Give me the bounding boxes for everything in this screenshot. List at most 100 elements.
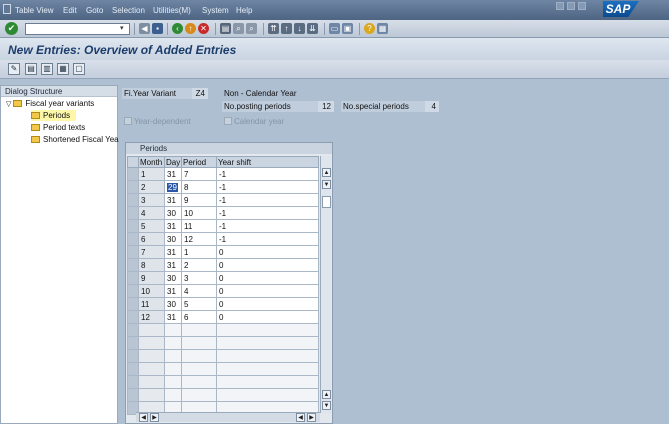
scroll-page-down-icon[interactable]: ▼ [322, 180, 331, 189]
day-cell[interactable]: 29 [164, 180, 182, 194]
day-cell[interactable]: 30 [164, 232, 182, 246]
table-row[interactable]: 11 30 5 0 [127, 297, 319, 311]
row-selector[interactable] [127, 258, 139, 272]
last-page-icon[interactable]: ⇊ [307, 23, 318, 34]
tree-node-shortened-fiscal-year[interactable]: Shortened Fiscal Yea [31, 134, 119, 145]
day-cell[interactable]: 30 [164, 297, 182, 311]
empty-cell[interactable] [164, 375, 182, 389]
empty-cell[interactable] [181, 323, 217, 337]
empty-cell[interactable] [216, 349, 319, 363]
menu-system[interactable]: System [202, 6, 229, 15]
row-selector[interactable] [127, 219, 139, 233]
table-row[interactable]: 4 30 10 -1 [127, 206, 319, 220]
column-header-period[interactable]: Period [181, 156, 217, 168]
save-icon[interactable]: ▪ [152, 23, 163, 34]
period-cell[interactable]: 10 [181, 206, 217, 220]
row-selector[interactable] [127, 245, 139, 259]
shortcut-icon[interactable]: ▣ [342, 23, 353, 34]
empty-cell[interactable] [164, 362, 182, 376]
day-cell[interactable]: 31 [164, 284, 182, 298]
row-selector[interactable] [127, 375, 139, 389]
table-row[interactable]: 5 31 11 -1 [127, 219, 319, 233]
empty-cell[interactable] [164, 349, 182, 363]
print-icon[interactable]: ▤ [220, 23, 231, 34]
day-cell[interactable]: 30 [164, 206, 182, 220]
menu-goto[interactable]: Goto [86, 6, 103, 15]
empty-table-row[interactable] [127, 388, 319, 402]
enter-icon[interactable]: ✔ [5, 22, 18, 35]
period-cell[interactable]: 11 [181, 219, 217, 233]
scroll-up-bottom-icon[interactable]: ▲ [322, 390, 331, 399]
undo-change-icon[interactable]: ▢ [73, 63, 85, 75]
row-selector[interactable] [127, 206, 139, 220]
period-cell[interactable]: 3 [181, 271, 217, 285]
row-selector[interactable] [127, 388, 139, 402]
year-shift-cell[interactable]: 0 [216, 297, 319, 311]
period-cell[interactable]: 9 [181, 193, 217, 207]
empty-cell[interactable] [181, 336, 217, 350]
table-row[interactable]: 8 31 2 0 [127, 258, 319, 272]
year-shift-cell[interactable]: 0 [216, 310, 319, 324]
menu-selection[interactable]: Selection [112, 6, 145, 15]
next-page-icon[interactable]: ↓ [294, 23, 305, 34]
horizontal-scrollbar[interactable]: ◀ ▶ ◀ ▶ [136, 412, 320, 422]
empty-table-row[interactable] [127, 349, 319, 363]
table-row[interactable]: 9 30 3 0 [127, 271, 319, 285]
empty-cell[interactable] [164, 323, 182, 337]
table-row[interactable]: 12 31 6 0 [127, 310, 319, 324]
menu-edit[interactable]: Edit [63, 6, 77, 15]
delete-icon[interactable]: ▦ [57, 63, 69, 75]
empty-table-row[interactable] [127, 362, 319, 376]
day-cell[interactable]: 31 [164, 193, 182, 207]
menu-table-view[interactable]: Table View [15, 6, 54, 15]
year-shift-cell[interactable]: -1 [216, 180, 319, 194]
year-shift-cell[interactable]: 0 [216, 284, 319, 298]
empty-cell[interactable] [164, 388, 182, 402]
row-selector[interactable] [127, 310, 139, 324]
table-row[interactable]: 6 30 12 -1 [127, 232, 319, 246]
system-menu-icon[interactable] [3, 4, 11, 14]
year-shift-cell[interactable]: 0 [216, 258, 319, 272]
back-icon[interactable]: ‹ [172, 23, 183, 34]
empty-cell[interactable] [181, 362, 217, 376]
empty-cell[interactable] [138, 362, 165, 376]
row-selector[interactable] [127, 362, 139, 376]
previous-page-icon[interactable]: ↑ [281, 23, 292, 34]
new-session-icon[interactable]: ▭ [329, 23, 340, 34]
cancel-icon[interactable]: ✕ [198, 23, 209, 34]
scroll-thumb[interactable] [322, 196, 331, 208]
menu-help[interactable]: Help [236, 6, 252, 15]
row-selector[interactable] [127, 349, 139, 363]
calendar-year-checkbox[interactable] [224, 117, 232, 125]
empty-cell[interactable] [216, 375, 319, 389]
table-row[interactable]: 10 31 4 0 [127, 284, 319, 298]
period-cell[interactable]: 8 [181, 180, 217, 194]
row-selector[interactable] [127, 180, 139, 194]
empty-table-row[interactable] [127, 336, 319, 350]
layout-menu-icon[interactable]: ▦ [377, 23, 388, 34]
empty-cell[interactable] [216, 388, 319, 402]
row-selector[interactable] [127, 284, 139, 298]
command-history-icon[interactable]: ▾ [120, 24, 128, 34]
period-cell[interactable]: 5 [181, 297, 217, 311]
table-row[interactable]: 1 31 7 -1 [127, 167, 319, 181]
period-cell[interactable]: 2 [181, 258, 217, 272]
command-field[interactable] [25, 23, 130, 35]
empty-cell[interactable] [164, 336, 182, 350]
day-cell[interactable]: 30 [164, 271, 182, 285]
column-header-day[interactable]: Day [164, 156, 182, 168]
row-selector[interactable] [127, 193, 139, 207]
period-cell[interactable]: 4 [181, 284, 217, 298]
day-cell[interactable]: 31 [164, 167, 182, 181]
year-shift-cell[interactable]: 0 [216, 245, 319, 259]
scroll-right-end-icon[interactable]: ▶ [307, 413, 316, 422]
day-cell[interactable]: 31 [164, 245, 182, 259]
scroll-left-icon[interactable]: ◀ [139, 413, 148, 422]
year-shift-cell[interactable]: 0 [216, 271, 319, 285]
collapse-icon[interactable]: ▽ [6, 101, 11, 108]
first-page-icon[interactable]: ⇈ [268, 23, 279, 34]
scroll-left-end-icon[interactable]: ◀ [296, 413, 305, 422]
tree-node-fiscal-year-variants[interactable]: ▽ Fiscal year variants [6, 98, 94, 109]
column-header-year-shift[interactable]: Year shift [216, 156, 319, 168]
row-selector[interactable] [127, 232, 139, 246]
